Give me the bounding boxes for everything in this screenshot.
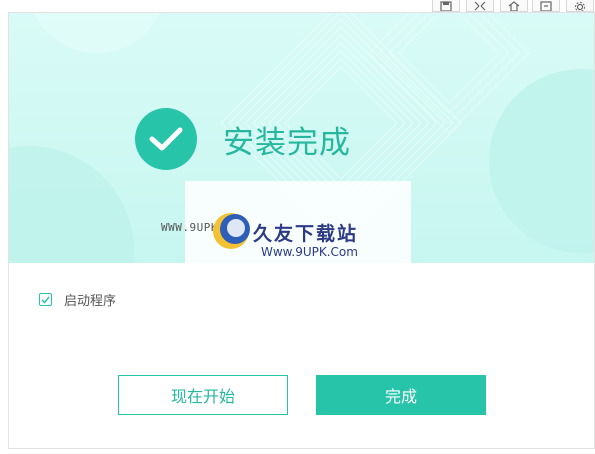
watermark-brand-name: 久友下载站: [253, 223, 359, 245]
start-now-button[interactable]: 现在开始: [118, 375, 288, 415]
launch-program-option[interactable]: 启动程序: [39, 290, 116, 309]
completion-title: 安装完成: [223, 125, 351, 161]
top-toolbar: [0, 0, 595, 12]
settings-icon[interactable]: [566, 0, 594, 12]
watermark-brand-site: Www.9UPK.Com: [261, 245, 358, 259]
checkmark-icon: [41, 296, 50, 304]
success-check-icon: [135, 108, 197, 170]
launch-program-checkbox[interactable]: [39, 293, 52, 306]
home-icon[interactable]: [500, 0, 528, 12]
finish-button[interactable]: 完成: [316, 375, 486, 415]
installer-window: 安装完成 WWW.9UPK.COM 久友下载站 Www.9UPK.Com 启动程…: [8, 12, 595, 449]
save-icon[interactable]: [432, 0, 460, 12]
launch-program-label: 启动程序: [64, 294, 117, 309]
fullscreen-icon[interactable]: [466, 0, 494, 12]
watermark-logo-icon: [209, 209, 253, 258]
window-icon[interactable]: [532, 0, 560, 12]
